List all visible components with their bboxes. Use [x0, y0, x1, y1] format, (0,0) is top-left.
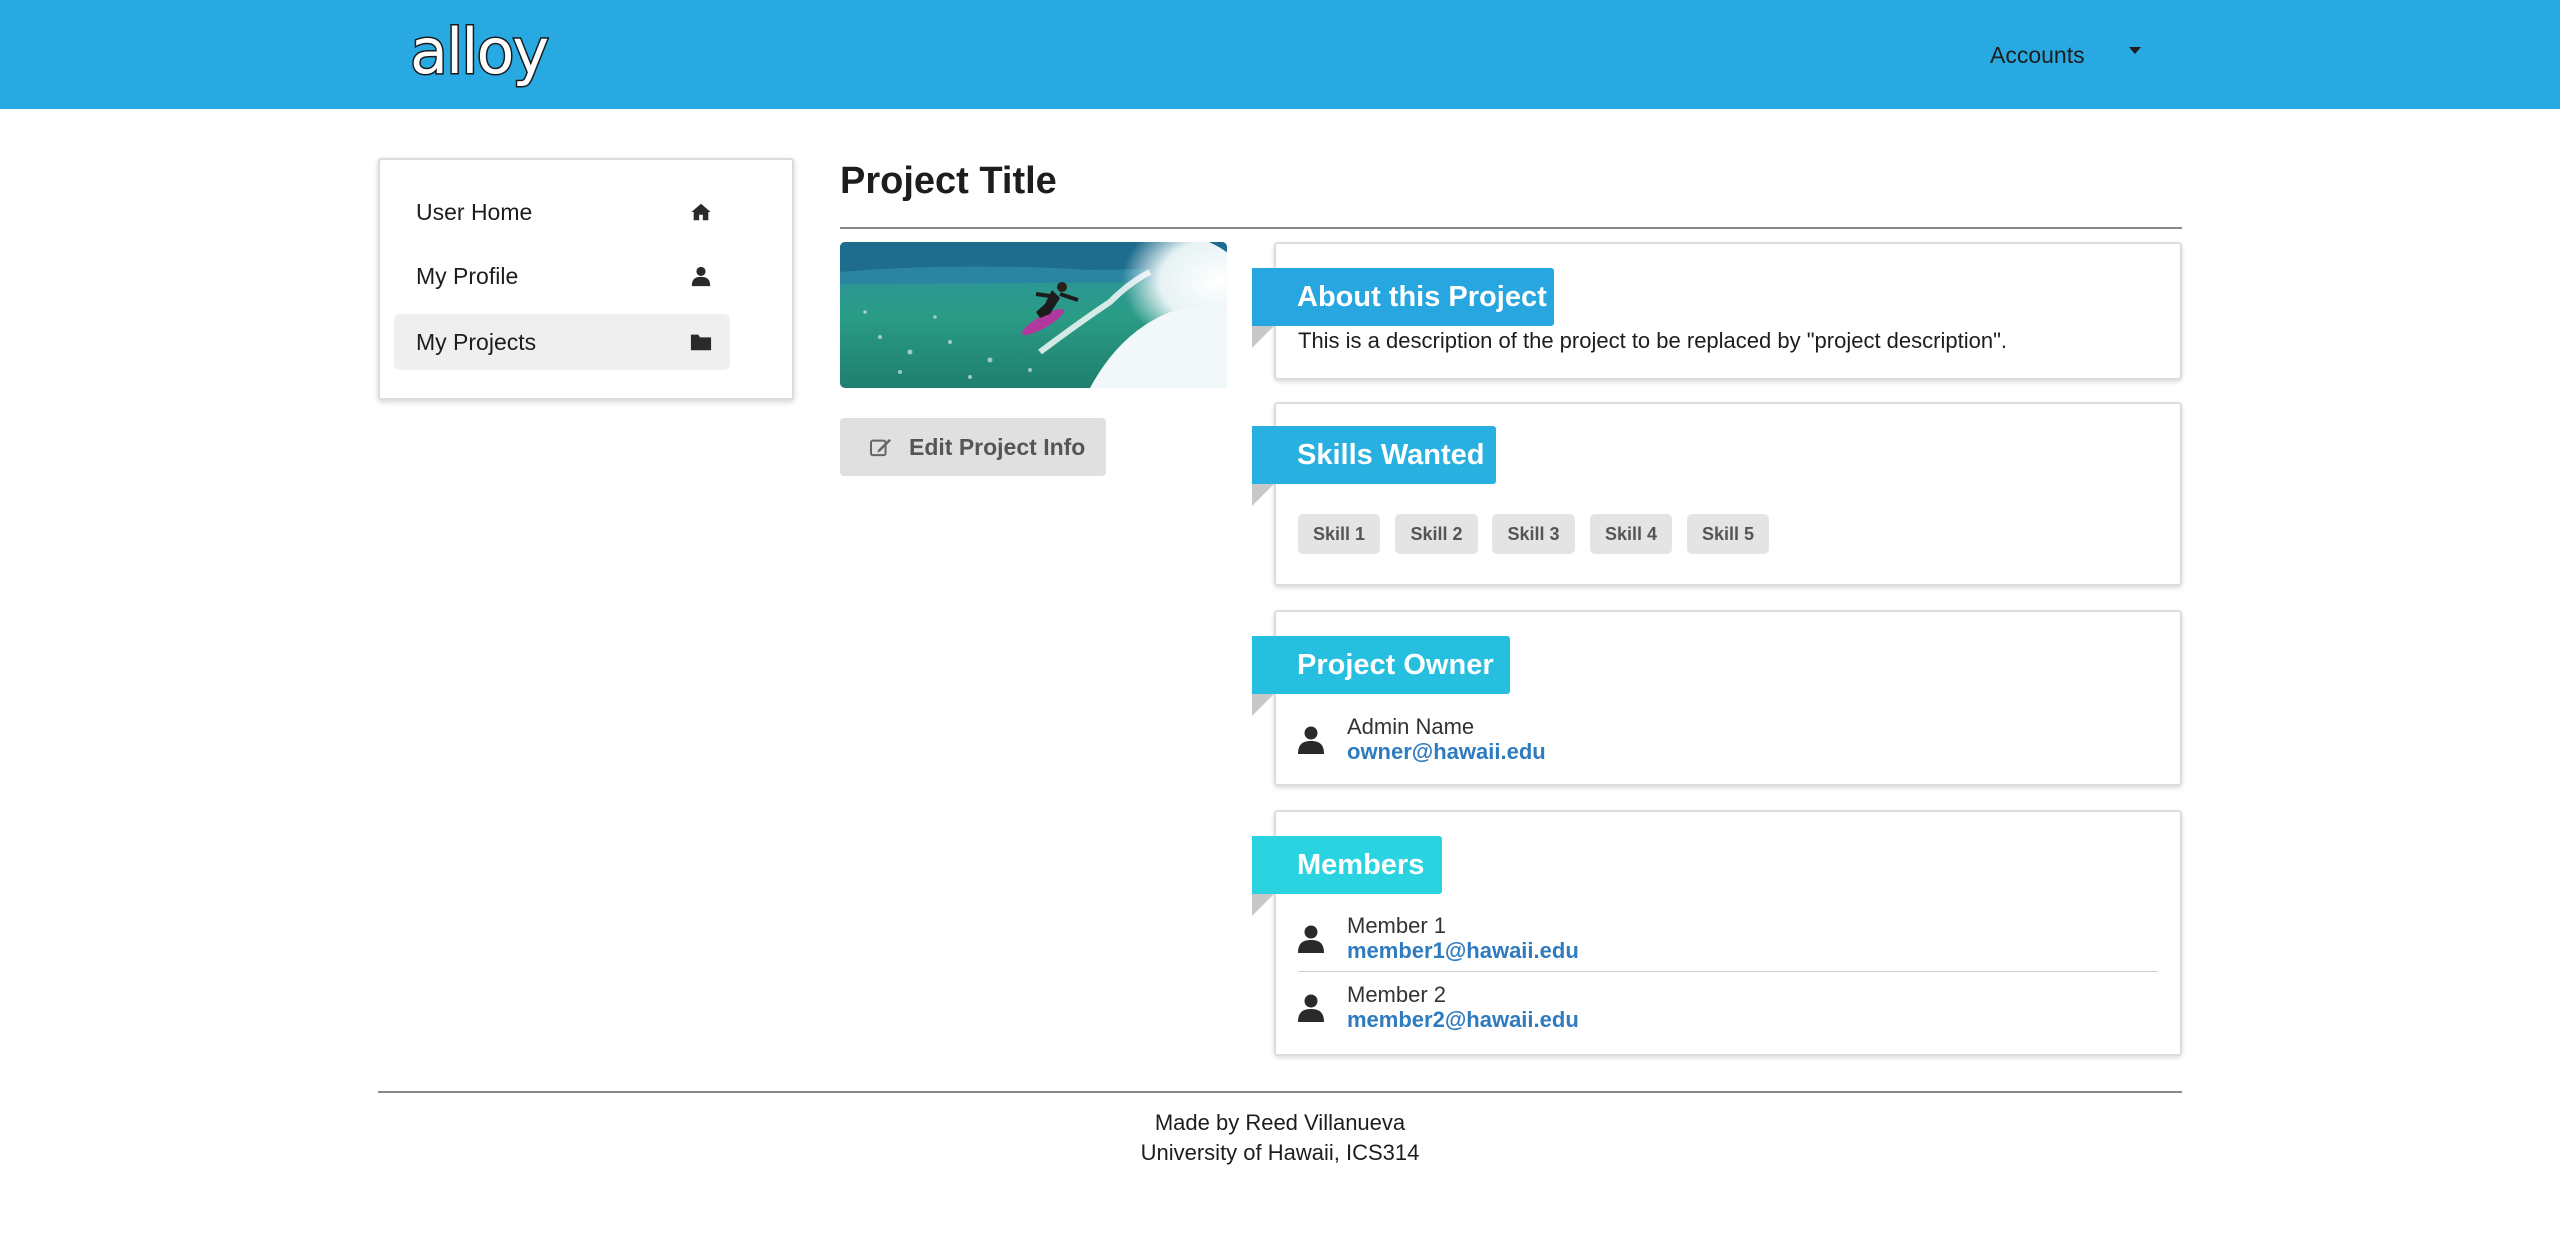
- member-divider: [1298, 971, 2158, 972]
- sidebar-item-label: My Projects: [416, 328, 537, 355]
- user-icon: [1298, 726, 1324, 754]
- user-icon: [691, 266, 711, 287]
- skill-tag[interactable]: Skill 5: [1687, 514, 1769, 554]
- sidebar-item-my-projects[interactable]: My Projects: [394, 314, 730, 370]
- member-name: Member 1: [1347, 913, 1447, 938]
- surfer-photo: [840, 242, 1227, 388]
- member-email-link[interactable]: member2@hawaii.edu: [1347, 1007, 1579, 1033]
- owner-name: Admin Name: [1347, 714, 1475, 739]
- skills-wanted-heading: Skills Wanted: [1252, 426, 1496, 484]
- skill-tag[interactable]: Skill 4: [1590, 514, 1672, 554]
- owner-email-link[interactable]: owner@hawaii.edu: [1347, 739, 1546, 765]
- alloy-logo[interactable]: alloy: [408, 14, 550, 90]
- accounts-label: Accounts: [1990, 42, 2085, 68]
- member-name: Member 2: [1347, 982, 1447, 1007]
- edit-project-info-label: Edit Project Info: [909, 433, 1086, 460]
- top-navbar: alloy Accounts: [0, 0, 2560, 109]
- skill-tag[interactable]: Skill 2: [1395, 514, 1478, 554]
- ribbon-fold: [1252, 326, 1274, 348]
- edit-icon: [870, 438, 891, 457]
- sidebar-item-label: User Home: [416, 198, 533, 225]
- footer-credit: Made by Reed Villanueva: [1154, 1110, 1406, 1135]
- project-description: This is a description of the project to …: [1298, 328, 2007, 353]
- caret-down-icon: [2128, 46, 2141, 54]
- sidebar-menu: User Home My Profile My Projects: [378, 158, 794, 400]
- folder-icon: [690, 334, 712, 351]
- home-icon: [691, 203, 711, 221]
- footer-university: University of Hawaii, ICS314: [1140, 1140, 1420, 1165]
- skill-tag[interactable]: Skill 3: [1492, 514, 1575, 554]
- skill-tag[interactable]: Skill 1: [1298, 514, 1380, 554]
- footer-divider: [378, 1091, 2182, 1093]
- project-image: [840, 242, 1227, 388]
- sidebar-item-label: My Profile: [416, 262, 519, 289]
- sidebar-item-user-home[interactable]: User Home: [394, 184, 730, 240]
- project-owner-heading: Project Owner: [1252, 636, 1510, 694]
- edit-project-info-button[interactable]: Edit Project Info: [840, 418, 1106, 476]
- ribbon-fold: [1252, 694, 1274, 716]
- ribbon-fold: [1252, 484, 1274, 506]
- about-project-heading: About this Project: [1252, 268, 1554, 326]
- user-icon: [1298, 994, 1324, 1022]
- accounts-dropdown[interactable]: Accounts: [1990, 38, 2141, 72]
- page-title: Project Title: [840, 160, 1057, 202]
- sidebar-item-my-profile[interactable]: My Profile: [394, 248, 730, 304]
- user-icon: [1298, 925, 1324, 953]
- members-heading: Members: [1252, 836, 1442, 894]
- title-divider: [840, 227, 2182, 229]
- ribbon-fold: [1252, 894, 1274, 916]
- member-email-link[interactable]: member1@hawaii.edu: [1347, 938, 1579, 964]
